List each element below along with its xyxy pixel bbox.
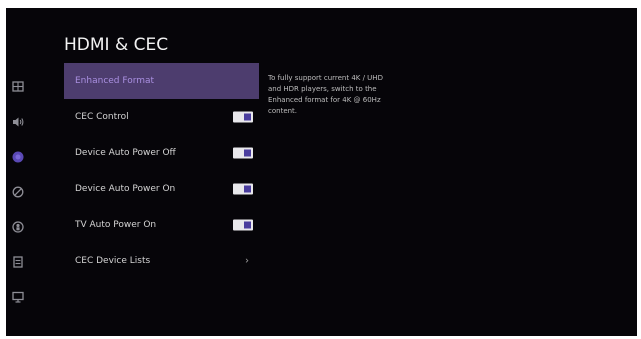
picture-icon: [12, 81, 24, 92]
sound-icon: [13, 117, 24, 127]
sidebar-item-network[interactable]: [9, 148, 27, 166]
storage-icon: [13, 256, 23, 268]
toggle-knob: [244, 221, 251, 229]
setting-description: To fully support current 4K / UHD and HD…: [268, 74, 383, 115]
toggle-knob: [244, 149, 251, 157]
sidebar-item-accessibility[interactable]: [9, 183, 27, 201]
menu-item-label: CEC Device Lists: [75, 256, 151, 266]
device-auto-power-off-toggle[interactable]: [233, 147, 253, 159]
menu-item-device-auto-power-off[interactable]: Device Auto Power Off: [64, 135, 259, 171]
menu-item-cec-device-lists[interactable]: CEC Device Lists ›: [64, 243, 259, 279]
menu-item-label: Device Auto Power Off: [75, 148, 176, 158]
tv-auto-power-on-toggle[interactable]: [233, 219, 253, 231]
sidebar-item-sound[interactable]: [9, 113, 27, 131]
menu-item-label: Device Auto Power On: [75, 184, 176, 194]
display-icon: [12, 291, 24, 303]
accessibility-icon: [12, 186, 24, 198]
privacy-icon: [12, 221, 24, 233]
page-title: HDMI & CEC: [64, 35, 169, 55]
menu-item-label: CEC Control: [75, 112, 129, 122]
menu-item-label: Enhanced Format: [75, 76, 155, 86]
network-icon: [12, 151, 24, 163]
menu-item-tv-auto-power-on[interactable]: TV Auto Power On: [64, 207, 259, 243]
menu-item-enhanced-format[interactable]: Enhanced Format: [64, 63, 259, 99]
sidebar-item-privacy[interactable]: [9, 218, 27, 236]
cec-control-toggle[interactable]: [233, 111, 253, 123]
sidebar-item-picture[interactable]: [9, 78, 27, 96]
toggle-knob: [244, 113, 251, 121]
menu-item-device-auto-power-on[interactable]: Device Auto Power On: [64, 171, 259, 207]
sidebar-item-storage[interactable]: [9, 253, 27, 271]
sidebar-item-display[interactable]: [9, 288, 27, 306]
tv-settings-screen: HDMI & CEC Enhanced Format CEC Control D…: [6, 8, 637, 336]
menu-item-cec-control[interactable]: CEC Control: [64, 99, 259, 135]
device-auto-power-on-toggle[interactable]: [233, 183, 253, 195]
chevron-right-icon: ›: [245, 255, 249, 267]
menu-item-label: TV Auto Power On: [75, 220, 157, 230]
toggle-knob: [244, 185, 251, 193]
